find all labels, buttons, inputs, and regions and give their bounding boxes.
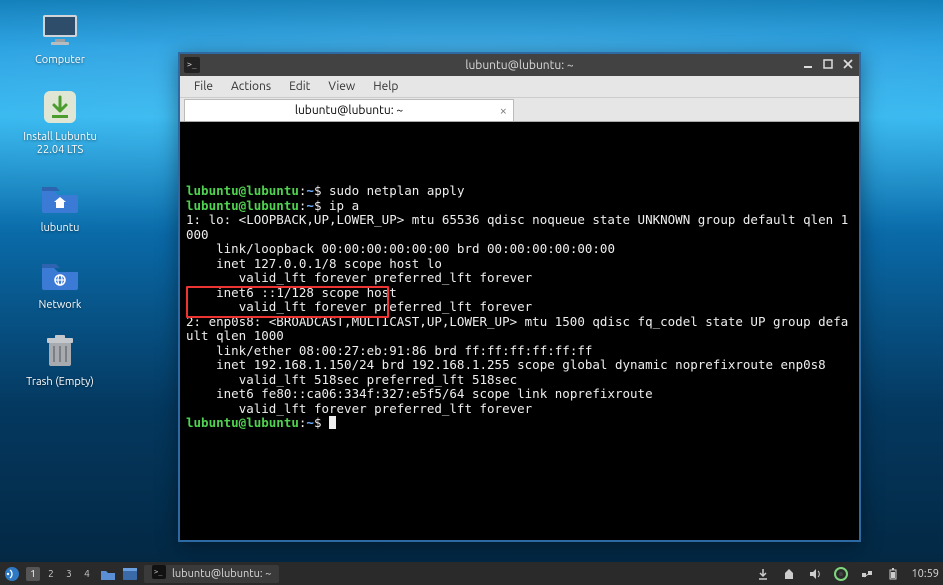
tray-clock[interactable]: 10:59 [911, 568, 939, 580]
window-close-button[interactable] [841, 57, 855, 71]
taskbar-app-terminal[interactable]: >_ lubuntu@lubuntu: ~ [144, 565, 279, 583]
desktop-icon-trash[interactable]: Trash (Empty) [20, 332, 100, 389]
desktop-icon-network[interactable]: Network [20, 255, 100, 312]
tray-network-icon[interactable] [859, 566, 875, 582]
taskbar: 1 2 3 4 >_ lubuntu@lubuntu: ~ 10:59 [0, 562, 943, 585]
svg-text:>_: >_ [154, 568, 163, 576]
tray-disk-icon[interactable] [833, 566, 849, 582]
menu-file[interactable]: File [186, 78, 221, 95]
terminal-body[interactable]: lubuntu@lubuntu:~$ sudo netplan applylub… [180, 122, 859, 540]
window-minimize-button[interactable] [801, 57, 815, 71]
tab-label: lubuntu@lubuntu: ~ [295, 104, 403, 117]
menu-help[interactable]: Help [365, 78, 406, 95]
menu-edit[interactable]: Edit [281, 78, 318, 95]
menu-view[interactable]: View [320, 78, 363, 95]
window-menubar: File Actions Edit View Help [180, 76, 859, 98]
install-icon [40, 87, 80, 127]
desktop-icon-install[interactable]: Install Lubuntu 22.04 LTS [20, 87, 100, 157]
desktop-icon-label: Trash (Empty) [26, 376, 94, 389]
window-title: lubuntu@lubuntu: ~ [465, 59, 573, 72]
window-tabbar: lubuntu@lubuntu: ~ × [180, 98, 859, 122]
show-desktop-button[interactable] [122, 566, 138, 582]
desktop-icon-label: Network [39, 299, 82, 312]
desktop-icon-label: Install Lubuntu 22.04 LTS [23, 131, 97, 157]
terminal-window: >_ lubuntu@lubuntu: ~ File Actions Edit … [178, 52, 861, 542]
window-titlebar[interactable]: >_ lubuntu@lubuntu: ~ [180, 54, 859, 76]
terminal-tab[interactable]: lubuntu@lubuntu: ~ × [184, 99, 514, 121]
trash-icon [40, 332, 80, 372]
folder-home-icon [40, 178, 80, 218]
app-menu-button[interactable] [4, 566, 20, 582]
terminal-icon: >_ [184, 57, 200, 73]
tab-close-button[interactable]: × [500, 104, 507, 118]
workspace-1[interactable]: 1 [26, 567, 40, 581]
desktop-icon-label: Computer [35, 54, 85, 67]
folder-network-icon [40, 255, 80, 295]
workspace-3[interactable]: 3 [62, 567, 76, 581]
filemanager-launcher[interactable] [100, 566, 116, 582]
tray-updates-icon[interactable] [755, 566, 771, 582]
desktop-icon-homedir[interactable]: lubuntu [20, 178, 100, 235]
tray-volume-icon[interactable] [807, 566, 823, 582]
monitor-icon [40, 10, 80, 50]
workspace-4[interactable]: 4 [80, 567, 94, 581]
workspace-2[interactable]: 2 [44, 567, 58, 581]
menu-actions[interactable]: Actions [223, 78, 279, 95]
svg-text:>_: >_ [187, 60, 197, 69]
workspace-switcher: 1 2 3 4 [26, 567, 94, 581]
tray-removable-icon[interactable] [781, 566, 797, 582]
tray-battery-icon[interactable] [885, 566, 901, 582]
desktop-icons: Computer Install Lubuntu 22.04 LTS lubun… [20, 10, 100, 389]
window-maximize-button[interactable] [821, 57, 835, 71]
terminal-icon: >_ [152, 565, 166, 582]
desktop-icon-computer[interactable]: Computer [20, 10, 100, 67]
taskbar-app-label: lubuntu@lubuntu: ~ [172, 568, 271, 580]
desktop-icon-label: lubuntu [41, 222, 80, 235]
